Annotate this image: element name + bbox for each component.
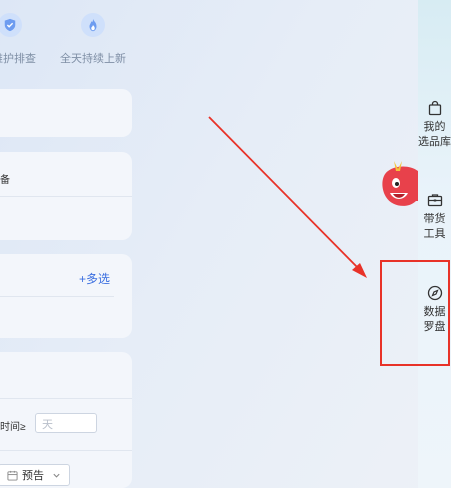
highlight-box (380, 260, 450, 366)
divider (0, 450, 132, 451)
time-label: 时间≥ (0, 422, 26, 433)
divider (0, 296, 114, 297)
preview-dropdown[interactable]: 预告 (0, 464, 70, 486)
chevron-down-icon (53, 473, 60, 478)
mascot-icon (382, 161, 418, 206)
divider (0, 398, 132, 399)
sidebar-item-label: 带货 工具 (423, 213, 446, 240)
sidebar-item-sales-tools[interactable]: 带货 工具 (418, 192, 451, 242)
calendar-icon (7, 470, 18, 481)
right-sidebar: 我的 选品库 带货 工具 数据 罗盘 (418, 0, 451, 488)
days-placeholder: 天 (42, 419, 53, 431)
sidebar-item-label: 我的 选品库 (418, 121, 451, 148)
filter-card-1 (0, 89, 132, 137)
divider (0, 196, 132, 197)
card2-text: 备 (0, 175, 10, 186)
sidebar-item-selection-library[interactable]: 我的 选品库 (418, 100, 451, 150)
toolbox-icon (427, 194, 442, 207)
left-filter-panel: 维护排查 全天持续上新 备 +多选 时间≥ 天 预告 (0, 0, 160, 488)
multi-select-button[interactable]: +多选 (79, 270, 110, 287)
filter-card-2: 备 (0, 152, 132, 240)
feature-label-new-arrivals: 全天持续上新 (60, 53, 126, 65)
preview-label: 预告 (22, 470, 44, 482)
flame-icon (81, 13, 105, 37)
filter-card-3: +多选 (0, 254, 132, 338)
feature-label-maintenance: 维护排查 (0, 53, 36, 65)
shopping-bag-icon (428, 100, 441, 116)
days-input[interactable]: 天 (35, 413, 97, 433)
shield-check-icon (0, 13, 22, 37)
